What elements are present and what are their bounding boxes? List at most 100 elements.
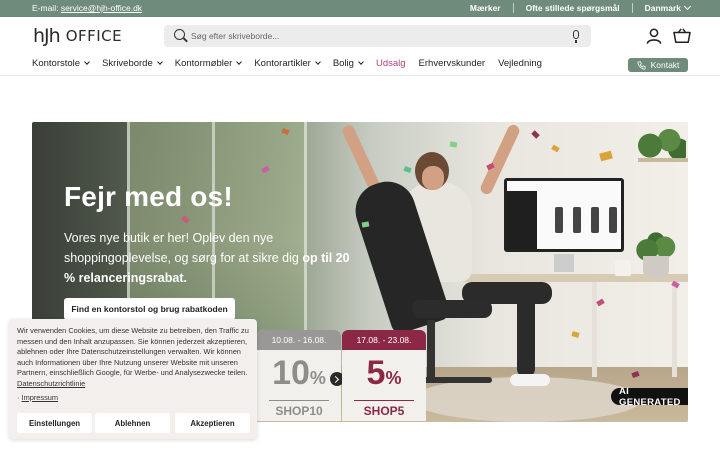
cookie-text: Wir verwenden Cookies, um diese Website …	[17, 326, 253, 390]
hero-text: Vores nye butik er her! Oplev den nye sh…	[64, 228, 364, 288]
header-divider	[0, 75, 720, 76]
cart-icon[interactable]	[673, 28, 691, 44]
main-nav: Kontorstole Skriveborde Kontormøbler Kon…	[32, 58, 555, 69]
promo-dates: 10.08. - 16.08.	[257, 330, 341, 350]
nav-item-home[interactable]: Bolig	[332, 58, 364, 69]
hero-title: Fejr med os!	[64, 181, 233, 212]
confetti	[531, 130, 540, 139]
nav-label: Kontorstole	[32, 58, 81, 69]
divider	[631, 3, 633, 13]
chevron-down-icon	[84, 59, 90, 65]
nav-item-guide[interactable]: Vejledning	[498, 58, 542, 69]
hero-mug	[615, 260, 631, 276]
monitor-screen-panel	[507, 191, 537, 249]
monitor-chair	[573, 207, 581, 233]
contact-email: E-mail: service@hjh-office.dk	[32, 3, 142, 13]
nav-label: Bolig	[332, 58, 354, 69]
chair-seat	[412, 300, 492, 318]
country-selector[interactable]: Danmark	[644, 2, 692, 13]
chevron-down-icon	[156, 59, 163, 65]
hero-shelf	[638, 158, 688, 162]
cookie-banner: Wir verwenden Cookies, um diese Website …	[9, 319, 257, 439]
nav-label: Vejledning	[498, 58, 542, 69]
divider	[512, 3, 514, 13]
nav-item-desks[interactable]: Skriveborde	[102, 58, 163, 69]
promo-code: SHOP5	[363, 404, 405, 418]
chevron-down-icon	[358, 59, 364, 65]
chevron-down-icon	[314, 59, 321, 65]
promo-value: 5%	[342, 354, 426, 393]
promo-unit: %	[385, 368, 402, 388]
microphone-icon[interactable]	[573, 30, 579, 43]
promo-value: 10%	[257, 354, 341, 393]
cookie-body: Wir verwenden Cookies, um diese Website …	[17, 326, 249, 378]
promo-divider	[269, 400, 329, 401]
promo-number: 5	[366, 354, 386, 392]
desk-leg	[672, 282, 677, 377]
confetti	[599, 150, 613, 162]
nav-item-sale[interactable]: Udsalg	[376, 58, 406, 69]
search-input[interactable]	[191, 28, 561, 44]
nav-label: Udsalg	[375, 58, 406, 69]
top-link-brands[interactable]: Mærker	[470, 3, 501, 13]
plant-image	[638, 124, 686, 160]
contact-button[interactable]: Kontakt	[628, 58, 688, 72]
hero-monitor	[504, 178, 624, 252]
monitor-chair	[591, 207, 599, 233]
confetti	[449, 141, 458, 148]
chevron-down-icon	[683, 2, 692, 11]
nav-label: Kontorartikler	[254, 58, 311, 69]
email-link[interactable]: service@hjh-office.dk	[61, 3, 142, 13]
nav-item-business[interactable]: Erhvervskunder	[419, 58, 486, 69]
monitor-chair	[555, 207, 563, 233]
search-bar[interactable]	[164, 25, 591, 47]
promo-card-shop10[interactable]: 10.08. - 16.08. 10% SHOP10	[257, 330, 341, 421]
country-label: Danmark	[644, 3, 681, 13]
email-label: E-mail:	[32, 3, 61, 13]
person-shoe	[510, 374, 550, 386]
hero-cta-button[interactable]: Find en kontorstol og brug rabatkoden	[64, 298, 235, 320]
top-link-faq[interactable]: Ofte stillede spørgsmål	[526, 3, 620, 13]
person-legs	[517, 297, 535, 377]
logo-mark: hJh	[33, 25, 61, 47]
confetti	[571, 331, 580, 338]
search-icon[interactable]	[174, 29, 185, 40]
logo-word: OFFICE	[65, 27, 123, 45]
logo[interactable]: hJh OFFICE	[33, 25, 122, 47]
confetti	[403, 165, 412, 174]
desk-leg	[592, 282, 597, 377]
nav-label: Skriveborde	[102, 58, 153, 69]
user-icon[interactable]	[645, 27, 663, 45]
top-links: Mærker Ofte stillede spørgsmål Danmark	[470, 2, 692, 13]
chair-base	[427, 320, 435, 380]
top-bar: E-mail: service@hjh-office.dk Mærker Oft…	[0, 0, 720, 17]
imprint: · Impressum	[17, 393, 58, 402]
nav-item-office-furniture[interactable]: Kontormøbler	[174, 58, 243, 69]
promo-unit: %	[309, 368, 326, 388]
promo-code: SHOP10	[275, 404, 323, 418]
contact-label: Kontakt	[650, 60, 680, 70]
chevron-down-icon	[236, 59, 243, 65]
confetti	[551, 144, 560, 153]
promo-dates: 17.08. - 23.08.	[342, 330, 426, 350]
monitor-chair	[609, 207, 617, 233]
cookie-reject-button[interactable]: Ablehnen	[95, 413, 170, 433]
nav-item-office-supplies[interactable]: Kontorartikler	[254, 58, 321, 69]
privacy-policy-link[interactable]: Datenschutzrichtlinie	[17, 379, 85, 388]
cookie-accept-button[interactable]: Akzeptieren	[175, 413, 250, 433]
plant-pot	[643, 256, 669, 278]
promo-number: 10	[272, 354, 310, 392]
monitor-stand	[554, 254, 574, 272]
phone-icon	[636, 60, 646, 70]
nav-label: Erhvervskunder	[418, 58, 486, 69]
promo-card-shop5[interactable]: 17.08. - 23.08. 5% SHOP5	[342, 330, 426, 421]
confetti	[596, 298, 605, 307]
ai-generated-badge: AI GENERATED	[611, 386, 688, 408]
cookie-settings-button[interactable]: Einstellungen	[17, 413, 92, 433]
nav-label: Kontormøbler	[174, 58, 233, 69]
nav-item-office-chairs[interactable]: Kontorstole	[32, 58, 90, 69]
imprint-link[interactable]: Impressum	[22, 393, 59, 402]
person-face	[422, 166, 444, 190]
hero-text-main: Vores nye butik er her! Oplev den nye sh…	[64, 231, 303, 265]
promo-divider	[354, 400, 414, 401]
